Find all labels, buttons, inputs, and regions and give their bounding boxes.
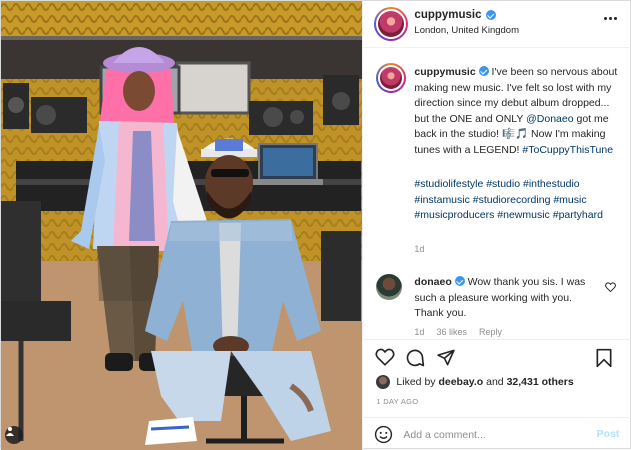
comment-username[interactable]: donaeo: [414, 276, 451, 288]
studio-photo: [1, 1, 363, 450]
bookmark-icon[interactable]: [595, 348, 613, 368]
comment-likes[interactable]: 36 likes: [436, 327, 467, 337]
verified-badge-icon: [485, 10, 496, 20]
caption-story-ring[interactable]: [376, 63, 407, 93]
comment-verified-icon: [454, 276, 465, 286]
caption-emoji: 🎼🎵: [501, 128, 529, 140]
comment-avatar[interactable]: [376, 274, 403, 300]
comment-reply-button[interactable]: Reply: [479, 327, 502, 337]
comment-icon[interactable]: [405, 348, 425, 368]
post-header: cuppymusic London, United Kingdom: [363, 1, 631, 48]
emoji-icon[interactable]: [374, 425, 393, 444]
comments-list: cuppymusic I've been so nervous about ma…: [363, 49, 631, 339]
likes-prefix: Liked by: [396, 376, 436, 388]
caption-hashtag-inline[interactable]: #ToCuppyThisTune: [522, 144, 613, 156]
paper-plane-icon[interactable]: [436, 348, 456, 367]
post-age[interactable]: 1 DAY AGO: [376, 397, 418, 406]
more-horizontal-icon[interactable]: [604, 17, 618, 20]
caption-mention[interactable]: @Donaeo: [526, 113, 573, 125]
header-username-text[interactable]: cuppymusic: [414, 9, 481, 21]
comment-like-icon[interactable]: [605, 282, 617, 295]
comment-time[interactable]: 1d: [414, 327, 424, 337]
heart-icon[interactable]: [375, 348, 395, 366]
comment-meta: 1d 36 likes Reply: [414, 327, 502, 337]
likes-and: and: [486, 376, 504, 388]
caption-hashtags[interactable]: #studiolifestyle #studio #inthestudio #i…: [414, 177, 619, 224]
caption-username[interactable]: cuppymusic: [414, 66, 475, 78]
likes-count[interactable]: 32,431 others: [507, 376, 574, 388]
comment-text: donaeo Wow thank you sis. I was such a p…: [414, 275, 594, 322]
user-tag-icon[interactable]: [5, 426, 23, 444]
post-photo[interactable]: [1, 1, 363, 450]
caption-time[interactable]: 1d: [414, 244, 424, 254]
liker-avatar[interactable]: [376, 375, 391, 389]
post-sidebar: cuppymusic London, United Kingdom cuppym…: [362, 1, 631, 450]
person-icon: [6, 427, 14, 436]
post-comment-button[interactable]: Post: [597, 428, 620, 440]
instagram-post: cuppymusic London, United Kingdom cuppym…: [0, 0, 631, 450]
header-location[interactable]: London, United Kingdom: [414, 25, 519, 36]
add-comment-input[interactable]: [403, 426, 584, 444]
likes-text: Liked by deebay.o and 32,431 others: [396, 376, 573, 388]
add-comment-bar: Post: [363, 417, 631, 450]
header-username[interactable]: cuppymusic: [414, 9, 496, 21]
caption-verified-icon: [478, 66, 489, 76]
action-bar: [363, 339, 631, 375]
likes-summary: Liked by deebay.o and 32,431 others: [376, 375, 574, 389]
likes-user[interactable]: deebay.o: [438, 376, 483, 388]
caption-text: cuppymusic I've been so nervous about ma…: [414, 65, 619, 158]
story-ring[interactable]: [374, 7, 409, 41]
